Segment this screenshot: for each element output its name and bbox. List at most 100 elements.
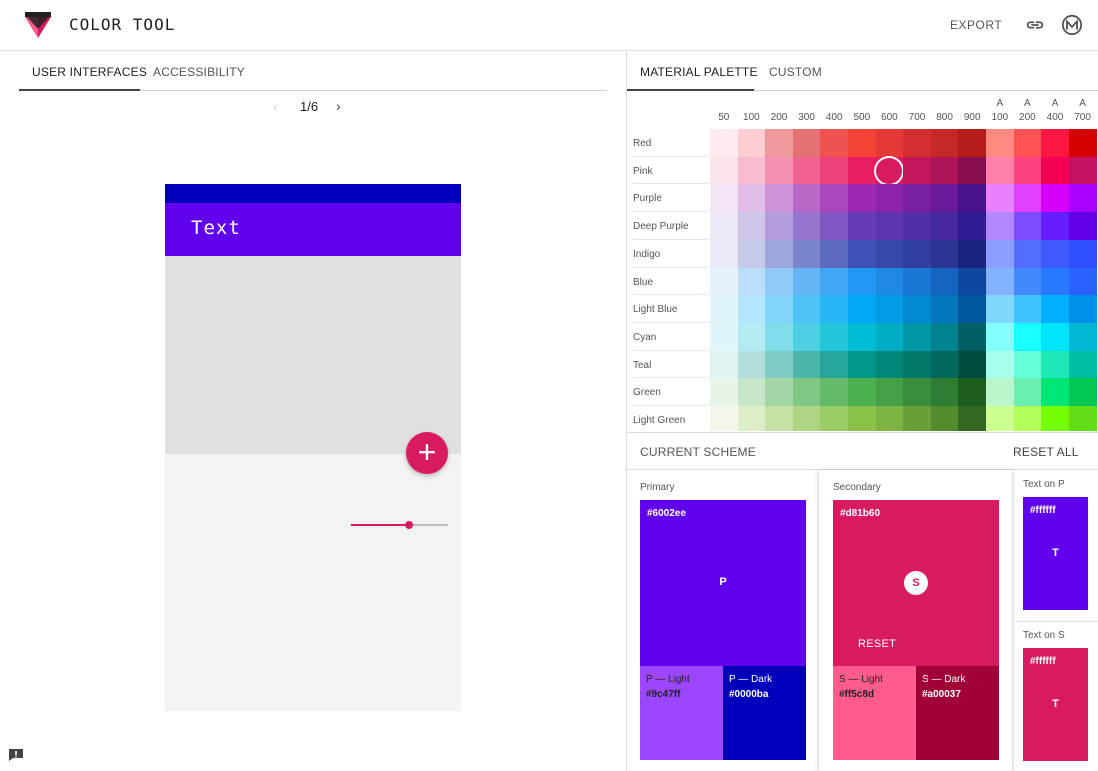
palette-swatch[interactable] bbox=[765, 322, 794, 351]
palette-swatch[interactable] bbox=[848, 239, 877, 268]
palette-swatch[interactable] bbox=[792, 129, 821, 157]
palette-swatch[interactable] bbox=[903, 406, 932, 431]
palette-swatch[interactable] bbox=[710, 322, 739, 351]
palette-swatch[interactable] bbox=[737, 378, 766, 407]
palette-swatch[interactable] bbox=[710, 156, 739, 185]
palette-swatch[interactable] bbox=[958, 295, 987, 324]
palette-swatch[interactable] bbox=[1013, 406, 1042, 431]
palette-swatch[interactable] bbox=[1041, 406, 1070, 431]
palette-swatch[interactable] bbox=[958, 406, 987, 431]
palette-swatch[interactable] bbox=[930, 378, 959, 407]
palette-swatch[interactable] bbox=[710, 406, 739, 431]
secondary-letter-badge[interactable]: S bbox=[904, 571, 928, 595]
slider-track[interactable] bbox=[410, 524, 448, 526]
link-icon[interactable] bbox=[1024, 14, 1046, 36]
palette-swatch[interactable] bbox=[1068, 378, 1097, 407]
palette-swatch[interactable] bbox=[986, 378, 1015, 407]
palette-swatch[interactable] bbox=[903, 267, 932, 296]
palette-swatch[interactable] bbox=[958, 322, 987, 351]
palette-swatch[interactable] bbox=[903, 212, 932, 241]
palette-swatch[interactable] bbox=[765, 350, 794, 379]
palette-swatch[interactable] bbox=[958, 239, 987, 268]
palette-swatch[interactable] bbox=[1068, 406, 1097, 431]
palette-swatch[interactable] bbox=[903, 350, 932, 379]
palette-swatch[interactable] bbox=[930, 184, 959, 213]
palette-swatch[interactable] bbox=[792, 406, 821, 431]
palette-swatch[interactable] bbox=[820, 212, 849, 241]
palette-swatch[interactable] bbox=[1041, 129, 1070, 157]
palette-swatch[interactable] bbox=[986, 184, 1015, 213]
palette-swatch[interactable] bbox=[930, 350, 959, 379]
palette-swatch[interactable] bbox=[1013, 295, 1042, 324]
palette-swatch[interactable] bbox=[710, 239, 739, 268]
add-icon[interactable]: + bbox=[406, 432, 448, 474]
palette-swatch[interactable] bbox=[820, 129, 849, 157]
palette-swatch[interactable] bbox=[765, 378, 794, 407]
palette-swatch[interactable] bbox=[930, 406, 959, 431]
palette-swatch[interactable] bbox=[765, 129, 794, 157]
primary-light-swatch[interactable]: P — Light #9c47ff bbox=[640, 666, 723, 760]
palette-swatch[interactable] bbox=[737, 129, 766, 157]
chevron-right-icon[interactable]: › bbox=[336, 98, 341, 114]
palette-swatch[interactable] bbox=[765, 184, 794, 213]
chevron-left-icon[interactable]: ‹ bbox=[273, 98, 278, 114]
palette-swatch[interactable] bbox=[1068, 239, 1097, 268]
palette-swatch[interactable] bbox=[737, 322, 766, 351]
palette-swatch[interactable] bbox=[1013, 322, 1042, 351]
palette-swatch[interactable] bbox=[765, 239, 794, 268]
palette-swatch[interactable] bbox=[903, 295, 932, 324]
palette-swatch[interactable] bbox=[820, 378, 849, 407]
palette-swatch[interactable] bbox=[820, 322, 849, 351]
palette-swatch[interactable] bbox=[1041, 295, 1070, 324]
palette-swatch[interactable] bbox=[1068, 322, 1097, 351]
palette-swatch[interactable] bbox=[903, 239, 932, 268]
palette-swatch[interactable] bbox=[875, 378, 904, 407]
palette-swatch[interactable] bbox=[958, 378, 987, 407]
tab-custom[interactable]: CUSTOM bbox=[769, 65, 822, 79]
palette-swatch[interactable] bbox=[875, 295, 904, 324]
palette-swatch[interactable] bbox=[710, 212, 739, 241]
feedback-icon[interactable] bbox=[8, 748, 24, 762]
palette-swatch[interactable] bbox=[848, 184, 877, 213]
palette-swatch[interactable] bbox=[710, 378, 739, 407]
palette-swatch[interactable] bbox=[930, 267, 959, 296]
palette-swatch[interactable] bbox=[792, 350, 821, 379]
palette-swatch[interactable] bbox=[737, 350, 766, 379]
palette-swatch[interactable] bbox=[820, 267, 849, 296]
palette-swatch[interactable] bbox=[986, 239, 1015, 268]
palette-swatch[interactable] bbox=[903, 184, 932, 213]
palette-swatch[interactable] bbox=[1068, 156, 1097, 185]
palette-swatch[interactable] bbox=[1041, 378, 1070, 407]
palette-swatch[interactable] bbox=[765, 156, 794, 185]
palette-swatch[interactable] bbox=[710, 350, 739, 379]
palette-swatch[interactable] bbox=[792, 322, 821, 351]
tab-accessibility[interactable]: ACCESSIBILITY bbox=[153, 65, 245, 79]
palette-swatch[interactable] bbox=[1068, 184, 1097, 213]
palette-swatch[interactable] bbox=[958, 212, 987, 241]
palette-swatch[interactable] bbox=[710, 129, 739, 157]
palette-swatch[interactable] bbox=[820, 350, 849, 379]
reset-all-button[interactable]: RESET ALL bbox=[1013, 445, 1079, 459]
palette-swatch[interactable] bbox=[1041, 267, 1070, 296]
palette-swatch[interactable] bbox=[765, 212, 794, 241]
palette-swatch[interactable] bbox=[986, 295, 1015, 324]
primary-dark-swatch[interactable]: P — Dark #0000ba bbox=[723, 666, 806, 760]
palette-swatch[interactable] bbox=[848, 322, 877, 351]
secondary-swatch[interactable]: #d81b60 S RESET bbox=[833, 500, 999, 666]
palette-swatch[interactable] bbox=[792, 212, 821, 241]
palette-swatch[interactable] bbox=[1013, 212, 1042, 241]
palette-swatch[interactable] bbox=[930, 295, 959, 324]
palette-swatch[interactable] bbox=[1013, 184, 1042, 213]
palette-swatch[interactable] bbox=[986, 129, 1015, 157]
palette-swatch[interactable] bbox=[903, 322, 932, 351]
palette-swatch[interactable] bbox=[930, 156, 959, 185]
palette-swatch[interactable] bbox=[737, 184, 766, 213]
palette-swatch[interactable] bbox=[986, 322, 1015, 351]
palette-swatch[interactable] bbox=[1013, 350, 1042, 379]
palette-swatch[interactable] bbox=[848, 212, 877, 241]
palette-swatch[interactable] bbox=[875, 212, 904, 241]
palette-swatch[interactable] bbox=[848, 267, 877, 296]
palette-swatch[interactable] bbox=[1068, 295, 1097, 324]
palette-swatch[interactable] bbox=[986, 156, 1015, 185]
palette-swatch[interactable] bbox=[958, 129, 987, 157]
